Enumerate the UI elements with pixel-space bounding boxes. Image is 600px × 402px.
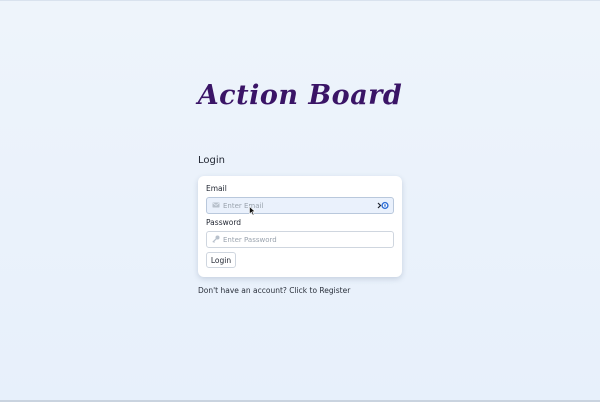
key-icon [212,235,220,243]
mouse-pointer-icon [249,206,256,216]
register-link[interactable]: Don't have an account? Click to Register [198,286,350,295]
email-label: Email [206,184,227,193]
password-label: Password [206,218,242,227]
login-card: Email Password Login [198,176,402,277]
app-logo-title: Action Board [197,80,403,111]
top-border [0,0,600,1]
page-title: Login [198,155,225,166]
password-field-wrapper[interactable] [206,231,394,248]
envelope-icon [212,202,220,208]
password-input[interactable] [223,232,373,247]
login-button[interactable]: Login [206,252,236,268]
email-input[interactable] [223,198,373,213]
password-manager-icon[interactable] [377,201,389,210]
email-field-wrapper[interactable] [206,197,394,214]
